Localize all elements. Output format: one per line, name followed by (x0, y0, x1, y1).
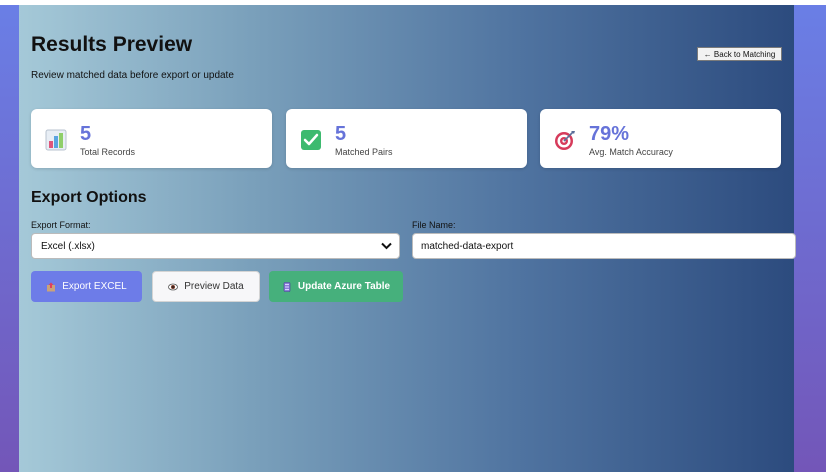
preview-data-button[interactable]: Preview Data (152, 271, 260, 302)
file-name-label: File Name: (412, 220, 456, 230)
export-format-label: Export Format: (31, 220, 91, 230)
bar-chart-icon (45, 129, 67, 151)
update-azure-table-button[interactable]: Update Azure Table (269, 271, 403, 302)
export-options-heading: Export Options (31, 189, 147, 206)
stat-label: Total Records (80, 147, 136, 157)
stat-card-match-accuracy: 79% Avg. Match Accuracy (540, 109, 781, 168)
target-icon (555, 131, 575, 150)
stat-card-total-records: 5 Total Records (31, 109, 272, 168)
stat-label: Matched Pairs (335, 147, 393, 157)
database-icon (283, 281, 291, 292)
preview-data-label: Preview Data (184, 281, 244, 292)
chevron-down-icon (381, 242, 392, 250)
stat-value: 5 (80, 123, 92, 145)
stat-value: 79% (589, 123, 630, 145)
check-icon (301, 130, 321, 150)
page-title: Results Preview (31, 33, 193, 56)
export-format-value: Excel (.xlsx) (41, 240, 95, 252)
upload-icon (47, 282, 56, 291)
stat-card-matched-pairs: 5 Matched Pairs (286, 109, 527, 168)
stat-label: Avg. Match Accuracy (589, 147, 673, 157)
file-name-input[interactable]: matched-data-export (412, 233, 796, 259)
back-to-matching-button[interactable]: ← Back to Matching (697, 47, 782, 61)
eye-icon (168, 283, 179, 290)
export-format-select[interactable]: Excel (.xlsx) (31, 233, 400, 259)
results-panel: Results Preview Review matched data befo… (19, 5, 796, 472)
update-azure-table-label: Update Azure Table (297, 281, 391, 292)
export-excel-button[interactable]: Export EXCEL (31, 271, 142, 302)
export-excel-label: Export EXCEL (62, 281, 127, 292)
page-subtitle: Review matched data before export or upd… (31, 70, 234, 81)
stat-value: 5 (335, 123, 347, 145)
